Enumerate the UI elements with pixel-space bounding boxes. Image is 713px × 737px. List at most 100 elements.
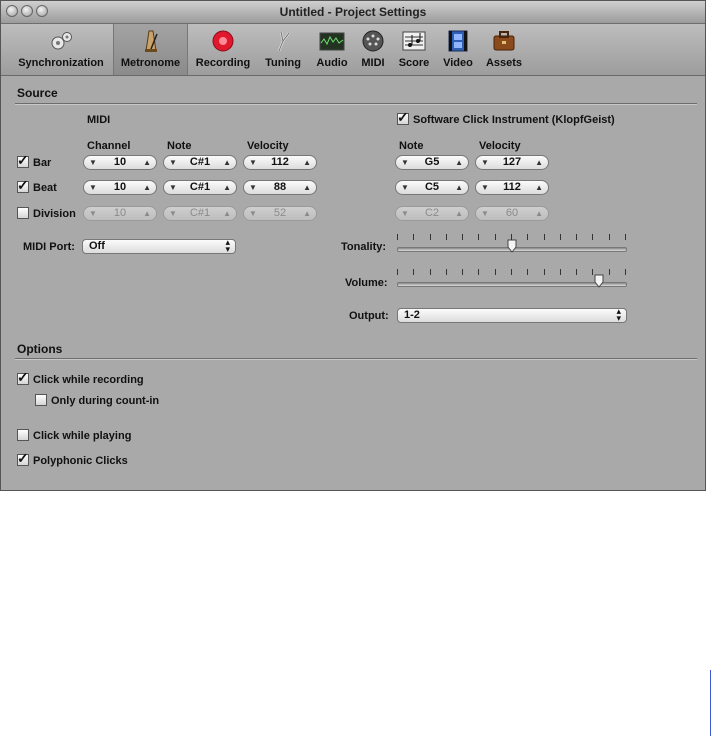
slider-tick (462, 269, 463, 275)
stepper-value: C#1 (189, 156, 211, 168)
source-divider (15, 103, 697, 104)
stepper-value: C5 (424, 181, 440, 193)
slider-tick (446, 269, 447, 275)
slider-tick (413, 269, 414, 275)
bar-note-stepper[interactable]: ▼ C#1 ▲ (163, 155, 237, 170)
tab-label: Score (398, 57, 430, 69)
slider-tick (495, 269, 496, 275)
division-label: Division (33, 208, 76, 220)
sci-beat-velocity-stepper[interactable]: ▼ 112 ▲ (475, 180, 549, 195)
slider-tick (625, 269, 626, 275)
stepper-value: C#1 (189, 181, 211, 193)
bar-checkbox[interactable]: ✓ (17, 152, 29, 168)
slider-tick (495, 234, 496, 240)
slider-tick (511, 234, 512, 240)
software-click-label: Software Click Instrument (KlopfGeist) (413, 114, 615, 126)
tab-assets[interactable]: Assets (481, 24, 527, 75)
tonality-slider[interactable] (397, 234, 627, 254)
click-while-recording-label: Click while recording (33, 374, 144, 386)
page-edge-line (710, 670, 711, 736)
sci-velocity-column-header: Velocity (479, 140, 521, 152)
only-during-count-in-checkbox[interactable] (35, 394, 47, 406)
options-heading: Options (17, 342, 63, 356)
output-label: Output: (349, 310, 389, 322)
slider-tick (413, 234, 414, 240)
only-during-count-in-label: Only during count-in (51, 395, 160, 407)
tab-label: Tuning (265, 57, 301, 69)
note-column-header: Note (167, 140, 192, 152)
slider-tick (592, 269, 593, 275)
stepper-value: 127 (502, 156, 522, 168)
tab-score[interactable]: Score (393, 24, 435, 75)
options-divider (15, 358, 697, 359)
stepper-value: 112 (271, 156, 289, 168)
slider-thumb[interactable] (507, 239, 517, 253)
stepper-value: C#1 (189, 207, 211, 219)
slider-tick (430, 234, 431, 240)
slider-tick (576, 269, 577, 275)
tab-synchronization[interactable]: Synchronization (11, 24, 111, 75)
tab-video[interactable]: Video (437, 24, 479, 75)
sci-bar-velocity-stepper[interactable]: ▼ 127 ▲ (475, 155, 549, 170)
tab-midi[interactable]: MIDI (355, 24, 391, 75)
settings-toolbar: Synchronization Metronome Recording Tuni… (1, 24, 705, 76)
velocity-column-header: Velocity (247, 140, 289, 152)
beat-note-stepper[interactable]: ▼ C#1 ▲ (163, 180, 237, 195)
briefcase-icon (493, 31, 515, 51)
bar-velocity-stepper[interactable]: ▼ 112 ▲ (243, 155, 317, 170)
bar-channel-stepper[interactable]: ▼ 10 ▲ (83, 155, 157, 170)
beat-label: Beat (33, 182, 57, 194)
slider-tick (527, 269, 528, 275)
bar-label: Bar (33, 157, 52, 169)
tab-recording[interactable]: Recording (190, 24, 256, 75)
slider-tick (592, 234, 593, 240)
tab-tuning[interactable]: Tuning (258, 24, 308, 75)
slider-tick (560, 269, 561, 275)
sci-beat-note-stepper[interactable]: ▼ C5 ▲ (395, 180, 469, 195)
click-while-recording-checkbox[interactable]: ✓ (17, 369, 29, 385)
beat-velocity-stepper[interactable]: ▼ 88 ▲ (243, 180, 317, 195)
polyphonic-clicks-label: Polyphonic Clicks (33, 455, 128, 467)
stepper-value: 60 (505, 207, 519, 219)
slider-tick (609, 234, 610, 240)
slider-tick (560, 234, 561, 240)
sci-note-column-header: Note (399, 140, 424, 152)
score-icon (402, 31, 426, 51)
software-click-checkbox[interactable]: ✓ (397, 109, 409, 125)
checkmark-icon: ✓ (17, 450, 29, 466)
tab-label: Assets (485, 57, 523, 69)
tab-audio[interactable]: Audio (311, 24, 353, 75)
polyphonic-clicks-checkbox[interactable]: ✓ (17, 450, 29, 466)
tab-label: Audio (316, 57, 348, 69)
window-title: Untitled - Project Settings (279, 5, 427, 19)
slider-tick (609, 269, 610, 275)
slider-thumb[interactable] (594, 274, 604, 288)
stepper-value: G5 (424, 156, 440, 168)
checkmark-icon: ✓ (17, 152, 29, 168)
midi-port-popup[interactable]: Off ▴ ▾ (82, 238, 236, 254)
slider-tick (544, 234, 545, 240)
tab-label: Metronome (120, 57, 181, 69)
channel-column-header: Channel (87, 140, 131, 152)
gears-icon (51, 32, 72, 50)
midi-port-label: MIDI Port: (23, 241, 75, 253)
metronome-icon (144, 30, 158, 52)
division-checkbox[interactable] (17, 207, 29, 219)
beat-channel-stepper[interactable]: ▼ 10 ▲ (83, 180, 157, 195)
volume-slider[interactable] (397, 269, 627, 289)
slider-tick (430, 269, 431, 275)
audio-meter-icon (319, 32, 345, 51)
sci-bar-note-stepper[interactable]: ▼ G5 ▲ (395, 155, 469, 170)
stepper-value: C2 (424, 207, 440, 219)
tab-label: MIDI (361, 57, 385, 69)
stepper-value: 10 (113, 181, 127, 193)
output-popup[interactable]: 1-2 ▴ ▾ (397, 307, 627, 323)
stepper-value: 10 (113, 156, 127, 168)
click-while-playing-checkbox[interactable] (17, 429, 29, 441)
slider-tick (576, 234, 577, 240)
beat-checkbox[interactable]: ✓ (17, 177, 29, 193)
stepper-value: 112 (503, 181, 521, 193)
stepper-value: 52 (273, 207, 287, 219)
tab-metronome[interactable]: Metronome (113, 24, 188, 75)
popup-value: 1-2 (404, 309, 420, 321)
